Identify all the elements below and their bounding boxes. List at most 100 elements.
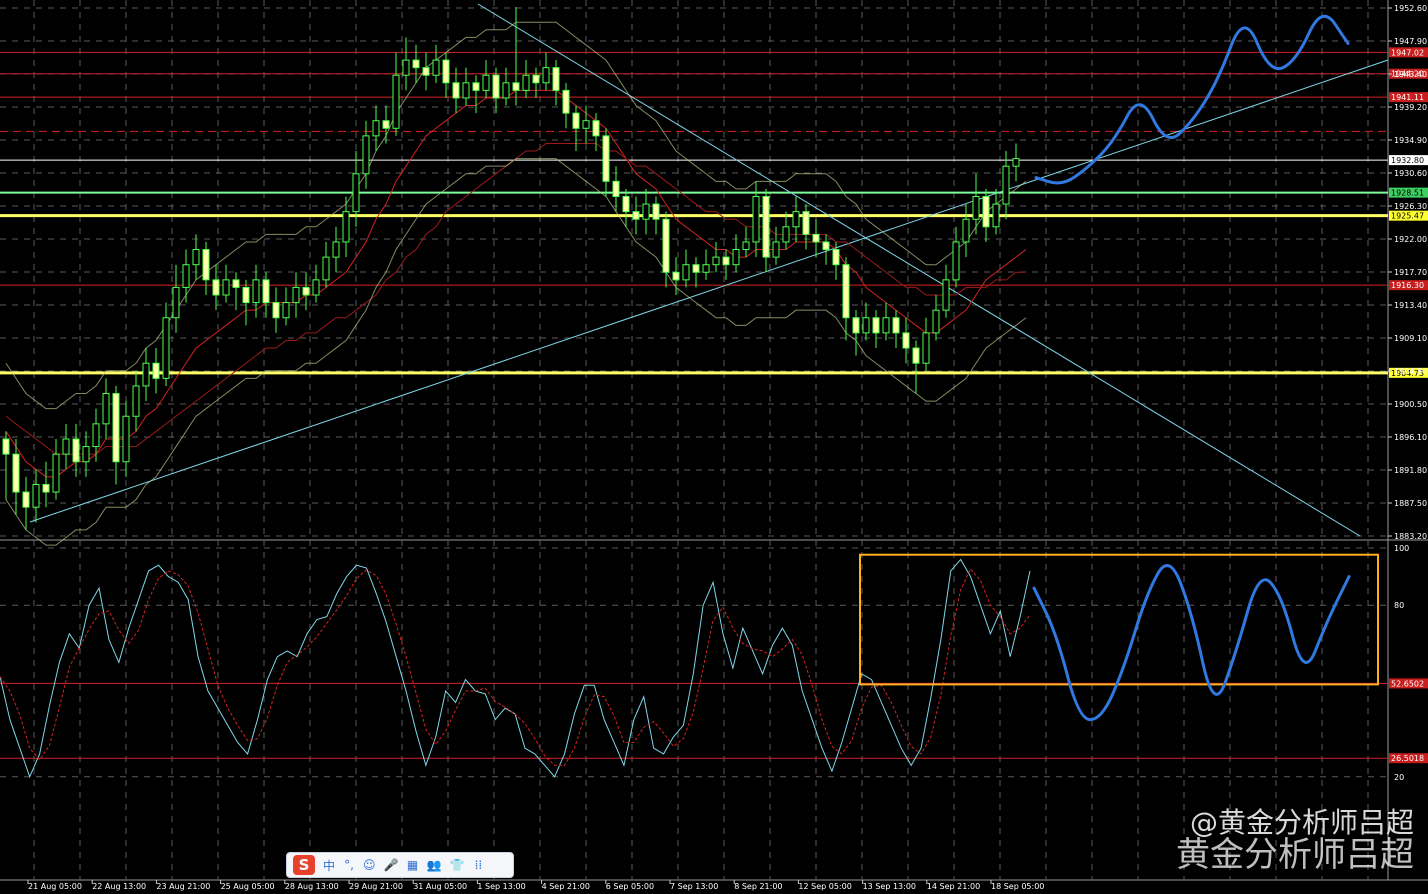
candle-body: [432, 59, 440, 76]
candle-body: [162, 317, 170, 379]
candle-body: [542, 67, 550, 84]
candle-body: [352, 173, 360, 213]
keyboard-icon[interactable]: ▦: [406, 858, 418, 872]
osc-level-label: 52.6502: [1391, 679, 1424, 688]
candle-body: [182, 264, 190, 288]
candle-body: [332, 241, 340, 258]
time-tick-label: 25 Aug 05:00: [221, 882, 275, 891]
candle-body: [392, 74, 400, 129]
candle-body: [72, 438, 80, 463]
candle-body: [812, 233, 820, 243]
candle-body: [952, 241, 960, 281]
level-tag-label: 1932.80: [1391, 156, 1424, 165]
candlesticks: [2, 7, 1020, 530]
candle-body: [572, 112, 580, 129]
candle-body: [922, 332, 930, 364]
candle-body: [122, 415, 130, 463]
candle-body: [882, 317, 890, 334]
candle-body: [32, 483, 40, 508]
osc-tick-label: 20: [1394, 773, 1404, 782]
microphone-icon[interactable]: 🎤: [384, 858, 399, 872]
user-icon[interactable]: 👥: [426, 858, 441, 872]
candle-body: [972, 195, 980, 220]
osc-tick-label: 80: [1394, 601, 1404, 610]
candle-body: [172, 286, 180, 319]
candle-body: [532, 74, 540, 84]
price-tick-label: 1952.60: [1394, 4, 1427, 13]
level-tag-label: 1916.30: [1391, 281, 1424, 290]
osc-level-label: 26.5018: [1391, 754, 1424, 763]
price-tick-label: 1930.60: [1394, 169, 1427, 178]
stoch-main-line: [0, 558, 1031, 779]
price-tick-label: 1943.40: [1394, 70, 1427, 79]
candle-body: [402, 59, 410, 76]
candle-body: [662, 218, 670, 273]
time-tick-label: 18 Sep 05:00: [991, 882, 1044, 891]
candle-body: [622, 195, 630, 213]
candle-body: [62, 438, 70, 455]
candle-body: [312, 279, 320, 296]
candle-body: [502, 82, 510, 99]
candle-body: [872, 317, 880, 334]
candle-body: [652, 203, 660, 220]
candle-body: [522, 74, 530, 91]
price-levels: 1947.021944.201941.111932.801928.511925.…: [0, 47, 1428, 378]
candle-body: [52, 453, 60, 493]
candle-body: [642, 203, 650, 220]
weibo-watermark: @黄金分析师吕超 黄金分析师吕超: [1176, 801, 1414, 876]
projection-box: [859, 553, 1379, 686]
grid-menu-icon[interactable]: ⁞⁞: [472, 858, 484, 872]
ime-item[interactable]: 中: [323, 857, 335, 874]
candle-body: [462, 82, 470, 99]
stochastic-panel: 100 80 20 52.6502 26.5018: [0, 544, 1428, 782]
candle-body: [212, 279, 220, 296]
candle-body: [112, 393, 120, 463]
candle-body: [822, 241, 830, 251]
emoji-icon[interactable]: ☺: [363, 858, 376, 872]
candle-body: [252, 279, 260, 304]
candle-body: [842, 264, 850, 319]
candle-body: [982, 195, 990, 228]
candle-body: [912, 347, 920, 364]
time-tick-label: 13 Sep 13:00: [863, 882, 916, 891]
candle-body: [492, 74, 500, 99]
candle-body: [42, 483, 50, 493]
candle-body: [782, 226, 790, 243]
candle-body: [902, 332, 910, 349]
skin-icon[interactable]: 👕: [449, 858, 464, 872]
ime-toolbar[interactable]: S 中 °, ☺ 🎤 ▦ 👥 👕 ⁞⁞: [286, 852, 514, 878]
candle-body: [672, 271, 680, 281]
candle-body: [322, 256, 330, 281]
candle-body: [22, 491, 30, 508]
candle-body: [102, 393, 110, 425]
ime-item[interactable]: °,: [343, 858, 355, 872]
price-tick-label: 1934.90: [1394, 136, 1427, 145]
price-tick-label: 1887.50: [1394, 499, 1427, 508]
time-tick-label: 29 Aug 21:00: [349, 882, 403, 891]
candle-body: [372, 120, 380, 137]
watermark-name: 黄金分析师吕超: [1176, 835, 1414, 875]
candle-body: [552, 67, 560, 91]
candle-body: [722, 256, 730, 266]
candle-body: [862, 317, 870, 334]
price-tick-label: 1913.40: [1394, 301, 1427, 310]
candle-body: [482, 74, 490, 91]
candle-body: [292, 286, 300, 304]
time-tick-label: 12 Sep 05:00: [798, 882, 851, 891]
price-tick-label: 1891.80: [1394, 466, 1427, 475]
candle-body: [632, 211, 640, 220]
candle-body: [232, 279, 240, 288]
time-tick-label: 28 Aug 13:00: [285, 882, 339, 891]
candle-body: [1002, 165, 1010, 205]
candle-body: [562, 89, 570, 114]
time-tick-label: 31 Aug 05:00: [413, 882, 467, 891]
candle-body: [282, 302, 290, 319]
ime-logo-icon[interactable]: S: [293, 855, 315, 875]
candle-body: [272, 302, 280, 319]
price-tick-label: 1947.90: [1394, 37, 1427, 46]
price-tick-label: 1917.70: [1394, 268, 1427, 277]
candle-body: [852, 317, 860, 334]
price-tick-label: 1883.20: [1394, 532, 1427, 541]
downtrend-line: [477, 3, 1361, 537]
level-tag-label: 1928.51: [1391, 189, 1424, 198]
